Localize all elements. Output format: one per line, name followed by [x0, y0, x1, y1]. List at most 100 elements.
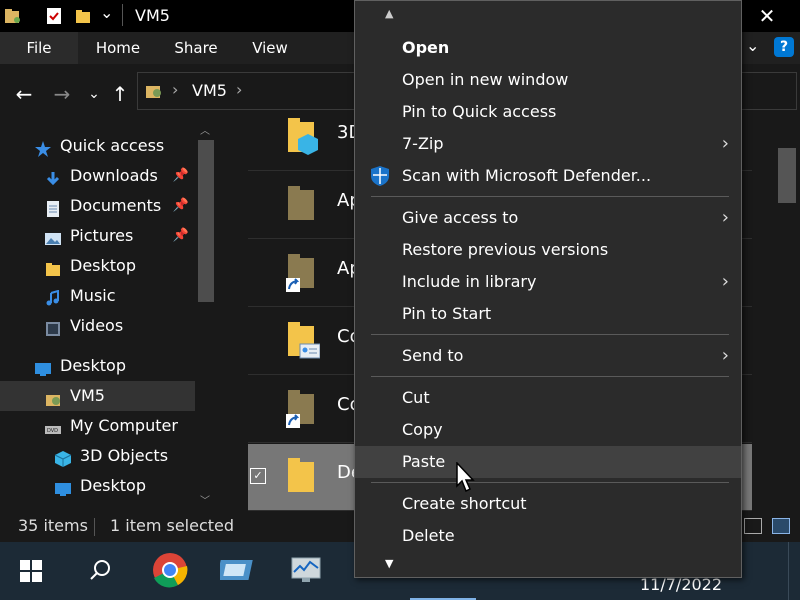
close-button[interactable]: ✕	[752, 2, 782, 30]
menu-item-pin-to-quick-access[interactable]: Pin to Quick access	[355, 96, 741, 128]
chevron-right-icon: ›	[721, 345, 729, 366]
large-icons-view-icon[interactable]	[772, 518, 790, 534]
sidebar-item-pictures[interactable]: Pictures 📌	[0, 221, 195, 251]
sidebar-item-desktop[interactable]: Desktop	[0, 351, 195, 381]
back-button[interactable]: ←	[10, 80, 38, 108]
up-button[interactable]: ↑	[106, 80, 134, 108]
desktop-icon	[34, 358, 52, 376]
menu-item-pin-to-start[interactable]: Pin to Start	[355, 298, 741, 330]
sidebar-item-music[interactable]: Music	[0, 281, 195, 311]
folder-shortcut-icon	[286, 252, 320, 292]
menu-item-scan-with-microsoft-defender[interactable]: Scan with Microsoft Defender...	[355, 160, 741, 192]
new-folder-icon[interactable]	[73, 6, 93, 26]
defender-shield-icon	[369, 165, 391, 187]
breadcrumb-separator[interactable]: ›	[236, 80, 242, 99]
menu-item-delete[interactable]: Delete	[355, 520, 741, 552]
row-checkbox[interactable]: ✓	[250, 468, 266, 484]
user-folder-icon	[44, 388, 62, 406]
folder-contacts-icon	[286, 320, 321, 360]
explorer-folder-icon	[5, 9, 20, 23]
help-icon[interactable]: ?	[774, 37, 794, 57]
scroll-up-icon[interactable]: ︿	[200, 122, 210, 137]
sidebar-item-quick-access[interactable]: Quick access	[0, 131, 195, 161]
sidebar-item-label: Desktop	[80, 476, 146, 495]
videos-icon	[44, 318, 62, 336]
menu-separator	[371, 196, 729, 197]
details-view-icon[interactable]	[744, 518, 762, 534]
menu-item-label: Open in new window	[402, 70, 569, 89]
menu-item-label: Give access to	[402, 208, 519, 227]
menu-item-label: Copy	[402, 420, 443, 439]
app-icon[interactable]	[220, 554, 256, 586]
user-folder-icon	[146, 86, 161, 98]
menu-item-7-zip[interactable]: 7-Zip ›	[355, 128, 741, 160]
file-list-scroll-thumb[interactable]	[778, 148, 796, 203]
folder-shortcut-icon	[286, 388, 320, 428]
menu-item-give-access-to[interactable]: Give access to ›	[355, 202, 741, 234]
tab-file[interactable]: File	[0, 32, 78, 64]
forward-button[interactable]: →	[48, 80, 76, 108]
tab-view[interactable]: View	[240, 32, 300, 64]
menu-item-create-shortcut[interactable]: Create shortcut	[355, 488, 741, 520]
show-desktop-button[interactable]	[788, 542, 800, 600]
breadcrumb-vm5[interactable]: VM5	[192, 81, 227, 100]
tab-home[interactable]: Home	[88, 32, 148, 64]
pictures-icon	[44, 228, 62, 246]
menu-item-restore-previous-versions[interactable]: Restore previous versions	[355, 234, 741, 266]
menu-item-open-in-new-window[interactable]: Open in new window	[355, 64, 741, 96]
menu-scroll-down-icon[interactable]: ▼	[385, 557, 393, 570]
chevron-right-icon: ›	[721, 207, 729, 228]
sidebar-item-label: Documents	[70, 196, 162, 215]
customize-qat-icon[interactable]: ⌄	[100, 3, 113, 22]
sidebar-item-documents[interactable]: Documents 📌	[0, 191, 195, 221]
title-divider	[122, 4, 123, 26]
sidebar-item-label: 3D Objects	[80, 446, 169, 465]
menu-item-label: Cut	[402, 388, 430, 407]
menu-item-open[interactable]: Open	[355, 32, 741, 64]
properties-icon[interactable]	[44, 6, 64, 26]
sidebar-item-label: Desktop	[60, 356, 126, 375]
folder-icon	[44, 258, 62, 276]
sidebar-item-desktop[interactable]: Desktop	[0, 471, 195, 501]
window-title: VM5	[135, 6, 170, 25]
sidebar-item-3d-objects[interactable]: 3D Objects	[0, 441, 195, 471]
sidebar-item-my-computer[interactable]: DVD My Computer	[0, 411, 195, 441]
context-menu: ▲ Open Open in new window Pin to Quick acc…	[354, 0, 742, 578]
menu-item-include-in-library[interactable]: Include in library ›	[355, 266, 741, 298]
chrome-icon[interactable]	[152, 552, 188, 588]
status-divider	[94, 518, 95, 536]
folder-icon	[286, 184, 320, 224]
sidebar-item-videos[interactable]: Videos	[0, 311, 195, 341]
windows-start-icon[interactable]	[20, 560, 42, 582]
ribbon-collapse-icon[interactable]: ⌄	[746, 36, 759, 55]
menu-item-label: Restore previous versions	[402, 240, 609, 259]
menu-item-label: Pin to Start	[402, 304, 492, 323]
menu-item-paste[interactable]: Paste	[355, 446, 741, 478]
sidebar-item-label: My Computer	[70, 416, 178, 435]
sidebar-item-vm5[interactable]: VM5	[0, 381, 195, 411]
mouse-cursor-icon	[456, 462, 475, 493]
search-icon[interactable]	[88, 558, 112, 582]
sidebar-item-downloads[interactable]: Downloads 📌	[0, 161, 195, 191]
menu-scroll-up-icon[interactable]: ▲	[385, 7, 393, 20]
menu-item-label: Open	[402, 38, 450, 57]
menu-item-send-to[interactable]: Send to ›	[355, 340, 741, 372]
tab-share[interactable]: Share	[166, 32, 226, 64]
monitor-app-icon[interactable]	[288, 552, 324, 588]
desktop-icon	[54, 478, 72, 496]
scroll-down-icon[interactable]: ﹀	[200, 492, 210, 507]
sidebar-item-desktop[interactable]: Desktop	[0, 251, 195, 281]
nav-scroll-thumb[interactable]	[198, 140, 214, 302]
menu-item-label: Paste	[402, 452, 446, 471]
dvd-drive-icon: DVD	[44, 418, 62, 436]
menu-separator	[371, 334, 729, 335]
star-icon	[34, 138, 52, 157]
recent-locations-button[interactable]: ⌄	[80, 80, 108, 108]
music-icon	[44, 288, 62, 306]
menu-item-cut[interactable]: Cut	[355, 382, 741, 414]
chevron-right-icon: ›	[721, 133, 729, 154]
menu-item-copy[interactable]: Copy	[355, 414, 741, 446]
menu-item-label: 7-Zip	[402, 134, 444, 153]
svg-text:DVD: DVD	[47, 428, 58, 434]
document-icon	[44, 198, 62, 217]
